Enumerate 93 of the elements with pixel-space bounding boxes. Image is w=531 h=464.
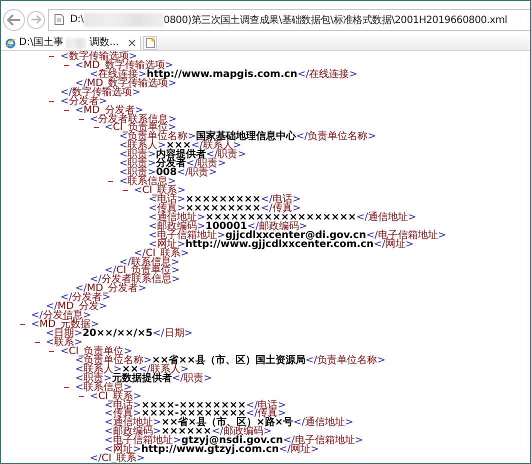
xml-value: gjjcdlxxcenter@di.gov.cn <box>225 230 366 240</box>
xml-value: 100001 <box>205 222 248 231</box>
xml-tag: </网址> <box>374 240 414 249</box>
xml-tag: </在线连接> <box>297 70 358 79</box>
xml-tag: <职责> <box>119 150 156 160</box>
xml-tag: </MD_数字传输选项> <box>75 78 177 88</box>
xml-tag: <日期> <box>46 329 82 338</box>
xml-tag: <负责单位名称> <box>119 132 196 142</box>
xml-tag: </电话> <box>246 400 286 410</box>
xml-value: http://www.mapgis.com.cn <box>146 70 298 79</box>
blurred-region <box>66 38 86 48</box>
xml-value: 20××/××/×5 <box>82 329 153 338</box>
address-text: 0800)第三次国土调查成果\基础数据包\标准格式数据\2001H2019660800.xml <box>164 14 508 26</box>
xml-tag: <CI_负责单位> <box>60 346 132 356</box>
xml-tag: <分发者> <box>60 96 108 106</box>
xml-tag: <MD_数字传输选项> <box>75 60 174 70</box>
xml-value: ××省××县（市、区）国土资源局 <box>152 356 306 365</box>
xml-tag: </职责> <box>172 374 212 383</box>
xml-tag: <通信地址> <box>104 418 162 428</box>
xml-tag: <联系人> <box>75 364 122 374</box>
xml-tag: <电话> <box>104 400 142 410</box>
xml-tag: <负责单位名称> <box>75 356 152 365</box>
xml-tag: <电子信箱地址> <box>148 230 226 240</box>
xml-tag: </日期> <box>152 329 193 338</box>
xml-value: ×××××××××××××××××× <box>205 212 356 222</box>
xml-tag: </分发信息> <box>31 311 92 320</box>
xml-tag: </职责> <box>176 168 217 178</box>
xml-value: 分发者 <box>156 159 186 168</box>
xml-tag: <CI_联系> <box>134 186 186 196</box>
xml-tag: </邮政编码> <box>247 222 308 231</box>
xml-tag: </传真> <box>246 409 286 418</box>
xml-tag: </CI_联系> <box>134 248 189 258</box>
xml-value: ××××××××× <box>185 204 261 213</box>
xml-tag: <联系> <box>46 338 82 347</box>
xml-tag: <职责> <box>119 159 156 168</box>
xml-tag: <MD_分发者> <box>75 106 144 115</box>
xml-value: 国家基础地理信息中心 <box>196 132 296 142</box>
xml-value: 内容提供者 <box>156 150 206 160</box>
xml-tag: <CI_联系> <box>90 392 142 401</box>
new-page-icon <box>146 38 154 48</box>
xml-tag: </网址> <box>278 445 320 454</box>
xml-value: http://www.gjjcdlxxcenter.com.cn <box>185 240 374 249</box>
back-arrow-icon <box>6 12 22 26</box>
xml-tag: <联系人> <box>119 141 166 150</box>
new-tab-button[interactable] <box>143 36 157 50</box>
close-icon[interactable] <box>128 39 136 47</box>
xml-tag: <MD_元数据> <box>31 320 100 330</box>
xml-tag: <邮政编码> <box>148 222 206 231</box>
xml-tag: </负责单位名称> <box>305 356 386 365</box>
xml-tag: </职责> <box>206 150 246 160</box>
xml-value: http://www.gtzyj.com.cn <box>141 445 279 454</box>
xml-tag: </联系信息> <box>119 258 180 267</box>
xml-tag: <联系信息> <box>75 382 132 392</box>
xml-value: 元数据提供者 <box>112 374 172 383</box>
browser-logo-icon <box>5 38 16 48</box>
xml-tag: </通信地址> <box>356 212 416 222</box>
xml-tag: <职责> <box>75 374 112 383</box>
back-button[interactable] <box>3 8 25 30</box>
xml-value: ×× <box>122 364 139 374</box>
xml-tag: </负责单位名称> <box>296 132 376 142</box>
tab-title: D:\国土事 <box>19 37 64 49</box>
xml-tag: <在线连接> <box>90 70 147 79</box>
xml-tag: </电子信箱地址> <box>283 436 364 446</box>
xml-value: gtzyj@nsdi.gov.cn <box>181 436 284 446</box>
xml-tag: </数字传输选项> <box>60 88 141 97</box>
xml-tag: <传真> <box>148 204 186 213</box>
xml-value: ××××-×××××××× <box>141 400 246 410</box>
address-bar[interactable]: D:\ 0800)第三次国土调查成果\基础数据包\标准格式数据\2001H2019660800.xml <box>48 8 530 30</box>
xml-tag: <电子信箱地址> <box>104 436 182 446</box>
xml-tag: </传真> <box>260 204 301 213</box>
xml-tag: </电子信箱地址> <box>366 230 446 240</box>
xml-tag: <电话> <box>148 194 186 204</box>
tab-title: 调数... <box>89 37 119 49</box>
xml-tag: <网址> <box>148 240 186 249</box>
xml-tag: <职责> <box>119 168 156 178</box>
address-text: D:\ <box>70 14 84 25</box>
xml-tag: <CI_负责单位> <box>104 123 176 132</box>
xml-tag: </分发者> <box>60 293 111 302</box>
xml-tag: </职责> <box>186 159 226 168</box>
browser-tab[interactable]: D:\国土事 调数... <box>1 36 141 50</box>
xml-tag: </通信地址> <box>293 418 354 428</box>
xml-tag: </联系人> <box>138 364 189 374</box>
xml-tag: </MD_分发者> <box>75 284 147 294</box>
xml-tag: </电话> <box>260 194 301 204</box>
xml-tag: </分发者联系信息> <box>90 275 180 284</box>
xml-tag: </CI_负责单位> <box>104 266 180 276</box>
xml-tag: <分发者联系信息> <box>90 114 177 124</box>
page-icon <box>54 14 64 25</box>
xml-tag: </邮政编码> <box>212 427 272 436</box>
forward-arrow-icon <box>30 14 42 25</box>
xml-tag: <通信地址> <box>148 212 206 222</box>
xml-value: ××××××××× <box>185 194 261 204</box>
xml-tag: </MD_分发> <box>46 302 108 312</box>
